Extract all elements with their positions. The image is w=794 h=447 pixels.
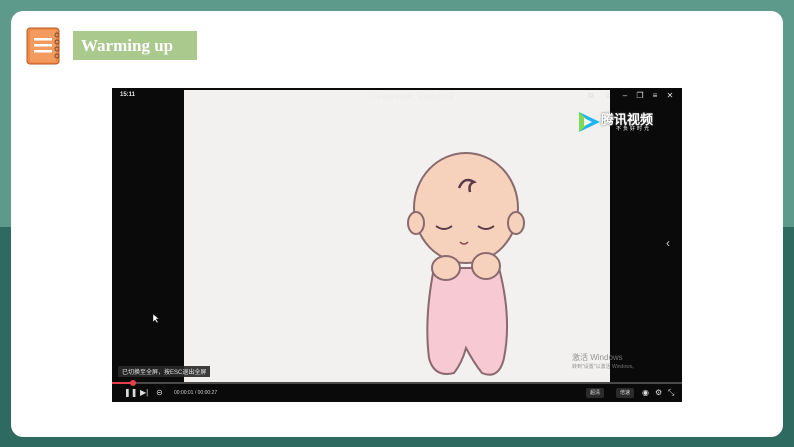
danmaku-icon[interactable]: ⊝ [156,388,163,398]
activate-windows-hint: 转到"设置"以激活 Windows。 [572,364,638,370]
pip-icon[interactable]: ⧉ [586,91,596,100]
video-frame[interactable] [184,90,610,384]
pause-icon[interactable]: ❚❚ [124,388,137,398]
video-title: 三十秒思考动画：从出生到老去 [369,95,454,101]
section-title: Warming up [73,31,197,60]
minimize-icon[interactable]: – [620,91,630,100]
side-panel-toggle-icon[interactable]: ‹ [666,236,670,250]
speed-button[interactable]: 倍速 [616,388,635,398]
brand-logo-icon [579,112,600,132]
progress-bar[interactable] [112,380,682,386]
time-display: 00:00:01 / 00:00:27 [174,390,218,396]
close-icon[interactable]: ✕ [665,91,675,100]
brand-watermark: 腾讯视频 不负好时光 [576,108,666,136]
volume-icon[interactable]: ◉ [642,388,649,398]
settings-icon[interactable]: ⚙ [655,388,662,398]
notebook-icon [26,27,60,65]
menu-icon[interactable]: ≡ [650,91,660,100]
restore-icon[interactable]: ❐ [635,91,645,100]
baby-illustration [407,152,525,376]
next-icon[interactable]: ▶| [140,388,148,398]
clock-label: 15:11 [120,92,136,98]
brand-slogan: 不负好时光 [616,126,652,132]
download-icon[interactable]: ⤓ [603,91,613,100]
fullscreen-toast: 已切换至全屏，按ESC退出全屏 [118,366,211,377]
video-player[interactable]: 15:11 三十秒思考动画：从出生到老去 ⧉ ⤓ – ❐ ≡ ✕ 腾讯视频 不负… [112,88,682,402]
quality-button[interactable]: 超清 [586,388,605,398]
exit-fullscreen-icon[interactable]: ⤡ [668,388,674,398]
activate-windows-title: 激活 Windows [572,353,623,362]
control-bar: ❚❚ ▶| ⊝ 00:00:01 / 00:00:27 超清 倍速 ◉ ⚙ ⤡ [112,385,682,402]
mouse-cursor-icon [153,314,159,323]
